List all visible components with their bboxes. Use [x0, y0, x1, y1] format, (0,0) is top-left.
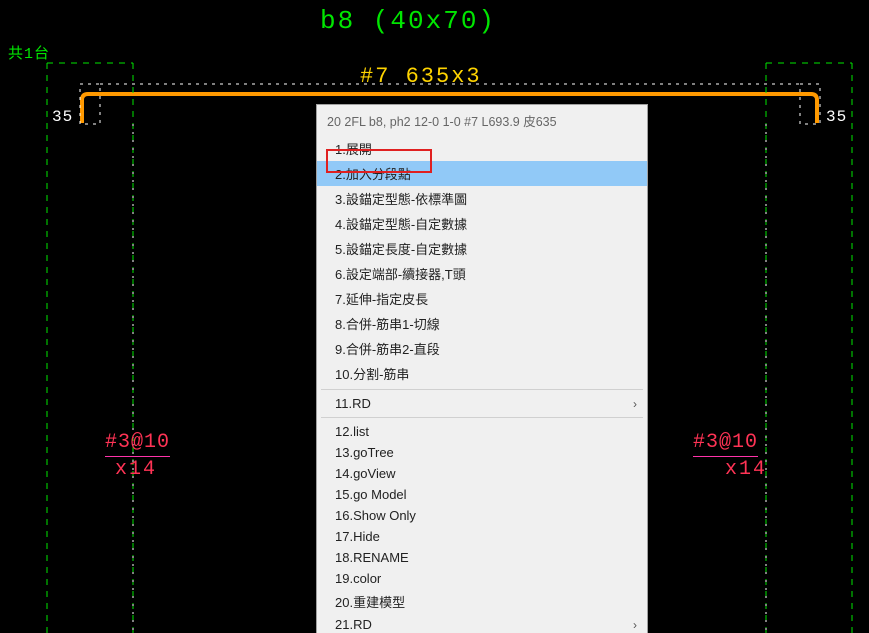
menu-item-rebuild-model[interactable]: 20.重建模型 — [317, 589, 647, 614]
count-label: 共1台 — [8, 42, 50, 63]
stirrup-right-spec: #3@10 — [693, 431, 758, 457]
rebar-spec: #7 635x3 — [360, 64, 482, 89]
menu-item-merge-string2-straight[interactable]: 9.合併-筋串2-直段 — [317, 336, 647, 361]
dim-right: 35 — [826, 108, 847, 126]
context-menu-header: 20 2FL b8, ph2 12-0 1-0 #7 L693.9 皮635 — [317, 105, 647, 136]
menu-item-label: 21.RD — [335, 617, 372, 632]
beam-title: b8 (40x70) — [320, 6, 496, 36]
submenu-arrow-icon: › — [633, 618, 637, 632]
menu-item-hide[interactable]: 17.Hide — [317, 526, 647, 547]
menu-separator-1 — [321, 389, 643, 390]
menu-item-goview[interactable]: 14.goView — [317, 463, 647, 484]
menu-item-anchor-type-standard[interactable]: 3.設錨定型態-依標準圖 — [317, 186, 647, 211]
menu-item-anchor-length-custom[interactable]: 5.設錨定長度-自定數據 — [317, 236, 647, 261]
context-menu: 20 2FL b8, ph2 12-0 1-0 #7 L693.9 皮635 1… — [316, 104, 648, 633]
dim-left: 35 — [52, 108, 73, 126]
menu-item-showonly[interactable]: 16.Show Only — [317, 505, 647, 526]
stirrup-left-count: x14 — [115, 458, 157, 481]
menu-item-gomodel[interactable]: 15.go Model — [317, 484, 647, 505]
menu-item-list[interactable]: 12.list — [317, 421, 647, 442]
stirrup-left-spec: #3@10 — [105, 431, 170, 457]
menu-item-extend-offset[interactable]: 7.延伸-指定皮長 — [317, 286, 647, 311]
menu-item-rd-2[interactable]: 21.RD › — [317, 614, 647, 633]
menu-item-end-coupler-thead[interactable]: 6.設定端部-續接器,T頭 — [317, 261, 647, 286]
menu-item-expand[interactable]: 1.展開 — [317, 136, 647, 161]
menu-item-split-string[interactable]: 10.分割-筋串 — [317, 361, 647, 386]
menu-item-merge-string1-cut[interactable]: 8.合併-筋串1-切線 — [317, 311, 647, 336]
menu-item-add-segment-point[interactable]: 2.加入分段點 — [317, 161, 647, 186]
menu-item-rename[interactable]: 18.RENAME — [317, 547, 647, 568]
menu-item-gotree[interactable]: 13.goTree — [317, 442, 647, 463]
stirrup-right-count: x14 — [725, 458, 767, 481]
menu-item-anchor-type-custom[interactable]: 4.設錨定型態-自定數據 — [317, 211, 647, 236]
menu-item-rd-1[interactable]: 11.RD › — [317, 393, 647, 414]
submenu-arrow-icon: › — [633, 397, 637, 411]
menu-item-color[interactable]: 19.color — [317, 568, 647, 589]
menu-separator-2 — [321, 417, 643, 418]
menu-item-label: 11.RD — [335, 396, 371, 411]
cad-viewport: b8 (40x70) 共1台 #7 635x3 35 35 #3@10 x14 … — [0, 0, 869, 633]
